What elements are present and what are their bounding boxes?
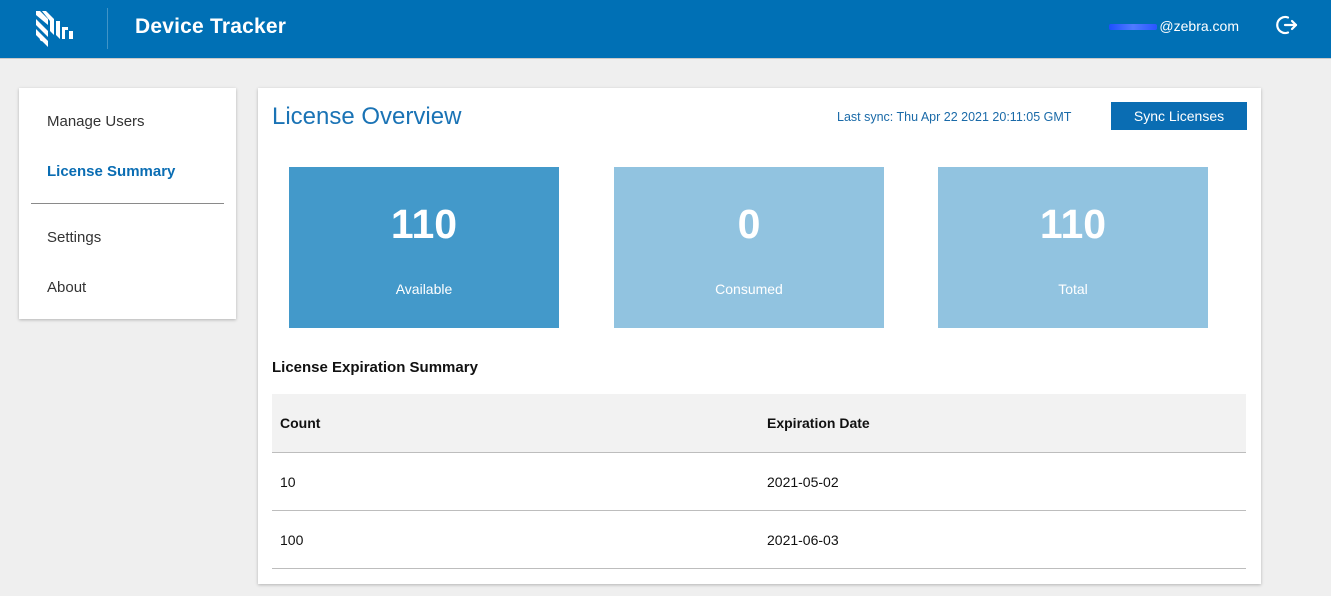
column-header-expiration-date: Expiration Date	[767, 415, 870, 431]
redacted-username	[1109, 24, 1158, 31]
logout-icon[interactable]	[1275, 13, 1299, 37]
row-expiration-date: 2021-05-02	[767, 474, 839, 490]
expiration-table: Count Expiration Date 10 2021-05-02 100 …	[272, 394, 1246, 569]
table-header: Count Expiration Date	[272, 394, 1246, 453]
sidebar-item-manage-users[interactable]: Manage Users	[47, 113, 145, 130]
header-divider	[107, 8, 108, 49]
column-header-count: Count	[280, 415, 321, 431]
available-count: 110	[390, 201, 458, 247]
consumed-card: 0 Consumed	[614, 167, 884, 328]
sidebar-divider	[31, 203, 224, 204]
table-row: 10 2021-05-02	[272, 453, 1246, 511]
sidebar: Manage Users License Summary Settings Ab…	[19, 88, 236, 319]
page-title: License Overview	[272, 103, 462, 130]
row-count: 10	[280, 474, 296, 490]
total-card: 110 Total	[938, 167, 1208, 328]
zebra-logo-icon	[36, 11, 73, 47]
license-overview-panel: License Overview Last sync: Thu Apr 22 2…	[258, 88, 1261, 584]
total-label: Total	[1058, 281, 1088, 297]
last-sync-text: Last sync: Thu Apr 22 2021 20:11:05 GMT	[837, 110, 1072, 124]
row-count: 100	[280, 532, 304, 548]
sync-licenses-button[interactable]: Sync Licenses	[1111, 102, 1247, 130]
sidebar-item-settings[interactable]: Settings	[47, 229, 101, 246]
app-header: Device Tracker @zebra.com	[0, 0, 1331, 59]
available-card: 110 Available	[289, 167, 559, 328]
user-account[interactable]: @zebra.com	[1109, 18, 1239, 34]
consumed-label: Consumed	[715, 281, 783, 297]
sidebar-item-about[interactable]: About	[47, 279, 86, 296]
expiration-summary-title: License Expiration Summary	[272, 359, 478, 376]
total-count: 110	[1039, 201, 1107, 247]
table-row: 100 2021-06-03	[272, 511, 1246, 569]
available-label: Available	[395, 281, 453, 297]
app-title: Device Tracker	[135, 15, 287, 38]
sidebar-item-license-summary[interactable]: License Summary	[47, 163, 175, 180]
user-email: @zebra.com	[1159, 18, 1239, 34]
row-expiration-date: 2021-06-03	[767, 532, 839, 548]
consumed-count: 0	[737, 201, 761, 247]
